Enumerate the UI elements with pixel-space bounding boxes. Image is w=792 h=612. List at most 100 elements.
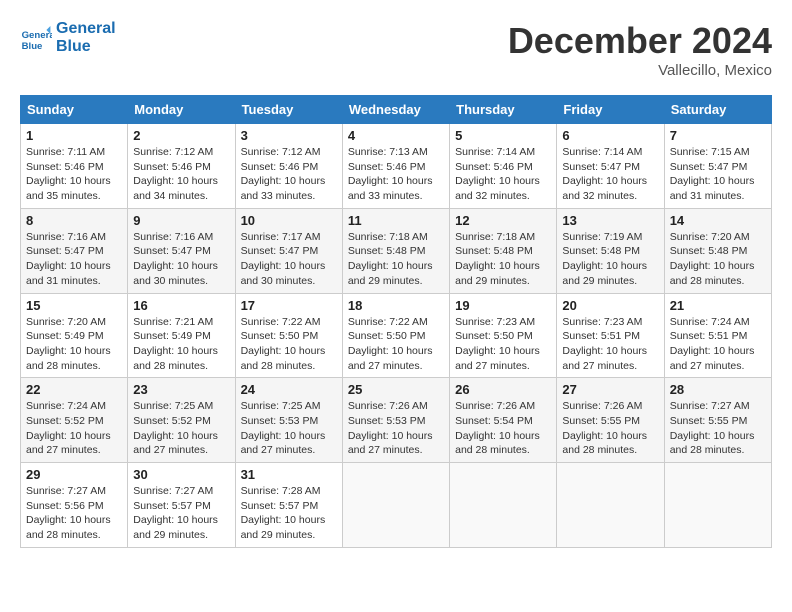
calendar-week-4: 22Sunrise: 7:24 AM Sunset: 5:52 PM Dayli… bbox=[21, 378, 772, 463]
day-info: Sunrise: 7:18 AM Sunset: 5:48 PM Dayligh… bbox=[348, 230, 444, 289]
day-number: 2 bbox=[133, 128, 229, 143]
day-info: Sunrise: 7:24 AM Sunset: 5:51 PM Dayligh… bbox=[670, 315, 766, 374]
day-number: 18 bbox=[348, 298, 444, 313]
day-number: 25 bbox=[348, 382, 444, 397]
day-number: 27 bbox=[562, 382, 658, 397]
day-info: Sunrise: 7:27 AM Sunset: 5:56 PM Dayligh… bbox=[26, 484, 122, 543]
calendar-cell: 19 Sunrise: 7:23 AM Sunset: 5:50 PM Dayli… bbox=[450, 293, 557, 378]
day-info: Sunrise: 7:27 AM Sunset: 5:57 PM Dayligh… bbox=[133, 484, 229, 543]
day-info: Sunrise: 7:18 AM Sunset: 5:48 PM Dayligh… bbox=[455, 230, 551, 289]
calendar-cell: 31Sunrise: 7:28 AM Sunset: 5:57 PM Dayli… bbox=[235, 463, 342, 548]
calendar-body: 1 Sunrise: 7:11 AM Sunset: 5:46 PM Daylig… bbox=[21, 124, 772, 548]
day-number: 14 bbox=[670, 213, 766, 228]
calendar-header-row: SundayMondayTuesdayWednesdayThursdayFrid… bbox=[21, 96, 772, 124]
weekday-header-wednesday: Wednesday bbox=[342, 96, 449, 124]
logo: General Blue General Blue bbox=[20, 20, 116, 56]
weekday-header-friday: Friday bbox=[557, 96, 664, 124]
day-number: 15 bbox=[26, 298, 122, 313]
logo-text: General bbox=[56, 20, 116, 38]
calendar-cell: 2 Sunrise: 7:12 AM Sunset: 5:46 PM Daylig… bbox=[128, 124, 235, 209]
calendar-cell: 21 Sunrise: 7:24 AM Sunset: 5:51 PM Dayli… bbox=[664, 293, 771, 378]
day-number: 16 bbox=[133, 298, 229, 313]
day-number: 17 bbox=[241, 298, 337, 313]
day-number: 30 bbox=[133, 467, 229, 482]
day-info: Sunrise: 7:22 AM Sunset: 5:50 PM Dayligh… bbox=[348, 315, 444, 374]
day-number: 6 bbox=[562, 128, 658, 143]
day-info: Sunrise: 7:11 AM Sunset: 5:46 PM Dayligh… bbox=[26, 145, 122, 204]
day-number: 11 bbox=[348, 213, 444, 228]
calendar-cell: 4 Sunrise: 7:13 AM Sunset: 5:46 PM Daylig… bbox=[342, 124, 449, 209]
calendar-cell bbox=[450, 463, 557, 548]
day-info: Sunrise: 7:26 AM Sunset: 5:54 PM Dayligh… bbox=[455, 399, 551, 458]
day-number: 13 bbox=[562, 213, 658, 228]
weekday-header-tuesday: Tuesday bbox=[235, 96, 342, 124]
day-info: Sunrise: 7:19 AM Sunset: 5:48 PM Dayligh… bbox=[562, 230, 658, 289]
location: Vallecillo, Mexico bbox=[508, 62, 772, 79]
calendar-table: SundayMondayTuesdayWednesdayThursdayFrid… bbox=[20, 95, 772, 548]
day-info: Sunrise: 7:26 AM Sunset: 5:53 PM Dayligh… bbox=[348, 399, 444, 458]
calendar-cell: 12 Sunrise: 7:18 AM Sunset: 5:48 PM Dayli… bbox=[450, 208, 557, 293]
title-area: December 2024 Vallecillo, Mexico bbox=[508, 20, 772, 79]
day-info: Sunrise: 7:17 AM Sunset: 5:47 PM Dayligh… bbox=[241, 230, 337, 289]
calendar-cell: 11 Sunrise: 7:18 AM Sunset: 5:48 PM Dayli… bbox=[342, 208, 449, 293]
day-number: 21 bbox=[670, 298, 766, 313]
calendar-cell: 15 Sunrise: 7:20 AM Sunset: 5:49 PM Dayli… bbox=[21, 293, 128, 378]
day-number: 12 bbox=[455, 213, 551, 228]
day-number: 10 bbox=[241, 213, 337, 228]
day-number: 7 bbox=[670, 128, 766, 143]
day-number: 24 bbox=[241, 382, 337, 397]
day-number: 3 bbox=[241, 128, 337, 143]
day-info: Sunrise: 7:23 AM Sunset: 5:50 PM Dayligh… bbox=[455, 315, 551, 374]
day-number: 19 bbox=[455, 298, 551, 313]
day-number: 31 bbox=[241, 467, 337, 482]
day-info: Sunrise: 7:13 AM Sunset: 5:46 PM Dayligh… bbox=[348, 145, 444, 204]
day-info: Sunrise: 7:21 AM Sunset: 5:49 PM Dayligh… bbox=[133, 315, 229, 374]
day-number: 1 bbox=[26, 128, 122, 143]
calendar-cell: 5 Sunrise: 7:14 AM Sunset: 5:46 PM Daylig… bbox=[450, 124, 557, 209]
day-info: Sunrise: 7:14 AM Sunset: 5:46 PM Dayligh… bbox=[455, 145, 551, 204]
day-info: Sunrise: 7:14 AM Sunset: 5:47 PM Dayligh… bbox=[562, 145, 658, 204]
day-number: 29 bbox=[26, 467, 122, 482]
calendar-cell bbox=[557, 463, 664, 548]
svg-text:Blue: Blue bbox=[22, 41, 43, 52]
day-info: Sunrise: 7:12 AM Sunset: 5:46 PM Dayligh… bbox=[133, 145, 229, 204]
day-info: Sunrise: 7:15 AM Sunset: 5:47 PM Dayligh… bbox=[670, 145, 766, 204]
day-info: Sunrise: 7:16 AM Sunset: 5:47 PM Dayligh… bbox=[26, 230, 122, 289]
calendar-cell: 24 Sunrise: 7:25 AM Sunset: 5:53 PM Dayli… bbox=[235, 378, 342, 463]
calendar-cell bbox=[342, 463, 449, 548]
day-info: Sunrise: 7:25 AM Sunset: 5:53 PM Dayligh… bbox=[241, 399, 337, 458]
calendar-cell bbox=[664, 463, 771, 548]
calendar-week-5: 29 Sunrise: 7:27 AM Sunset: 5:56 PM Dayli… bbox=[21, 463, 772, 548]
day-info: Sunrise: 7:20 AM Sunset: 5:49 PM Dayligh… bbox=[26, 315, 122, 374]
calendar-cell: 3 Sunrise: 7:12 AM Sunset: 5:46 PM Daylig… bbox=[235, 124, 342, 209]
calendar-cell: 6 Sunrise: 7:14 AM Sunset: 5:47 PM Daylig… bbox=[557, 124, 664, 209]
page-header: General Blue General Blue December 2024 … bbox=[20, 20, 772, 79]
day-number: 5 bbox=[455, 128, 551, 143]
calendar-cell: 7 Sunrise: 7:15 AM Sunset: 5:47 PM Daylig… bbox=[664, 124, 771, 209]
calendar-cell: 14Sunrise: 7:20 AM Sunset: 5:48 PM Dayli… bbox=[664, 208, 771, 293]
day-info: Sunrise: 7:12 AM Sunset: 5:46 PM Dayligh… bbox=[241, 145, 337, 204]
calendar-cell: 22Sunrise: 7:24 AM Sunset: 5:52 PM Dayli… bbox=[21, 378, 128, 463]
calendar-cell: 23Sunrise: 7:25 AM Sunset: 5:52 PM Dayli… bbox=[128, 378, 235, 463]
logo-icon: General Blue bbox=[20, 22, 52, 54]
day-info: Sunrise: 7:26 AM Sunset: 5:55 PM Dayligh… bbox=[562, 399, 658, 458]
calendar-cell: 13 Sunrise: 7:19 AM Sunset: 5:48 PM Dayli… bbox=[557, 208, 664, 293]
svg-text:General: General bbox=[22, 30, 52, 41]
day-info: Sunrise: 7:23 AM Sunset: 5:51 PM Dayligh… bbox=[562, 315, 658, 374]
weekday-header-sunday: Sunday bbox=[21, 96, 128, 124]
calendar-cell: 28Sunrise: 7:27 AM Sunset: 5:55 PM Dayli… bbox=[664, 378, 771, 463]
calendar-cell: 20Sunrise: 7:23 AM Sunset: 5:51 PM Dayli… bbox=[557, 293, 664, 378]
weekday-header-monday: Monday bbox=[128, 96, 235, 124]
calendar-cell: 10 Sunrise: 7:17 AM Sunset: 5:47 PM Dayli… bbox=[235, 208, 342, 293]
calendar-cell: 17Sunrise: 7:22 AM Sunset: 5:50 PM Dayli… bbox=[235, 293, 342, 378]
day-number: 4 bbox=[348, 128, 444, 143]
calendar-cell: 25 Sunrise: 7:26 AM Sunset: 5:53 PM Dayli… bbox=[342, 378, 449, 463]
weekday-header-thursday: Thursday bbox=[450, 96, 557, 124]
calendar-cell: 1 Sunrise: 7:11 AM Sunset: 5:46 PM Daylig… bbox=[21, 124, 128, 209]
day-info: Sunrise: 7:25 AM Sunset: 5:52 PM Dayligh… bbox=[133, 399, 229, 458]
weekday-header-saturday: Saturday bbox=[664, 96, 771, 124]
calendar-cell: 18 Sunrise: 7:22 AM Sunset: 5:50 PM Dayli… bbox=[342, 293, 449, 378]
calendar-week-1: 1 Sunrise: 7:11 AM Sunset: 5:46 PM Daylig… bbox=[21, 124, 772, 209]
day-number: 22 bbox=[26, 382, 122, 397]
calendar-cell: 29 Sunrise: 7:27 AM Sunset: 5:56 PM Dayli… bbox=[21, 463, 128, 548]
